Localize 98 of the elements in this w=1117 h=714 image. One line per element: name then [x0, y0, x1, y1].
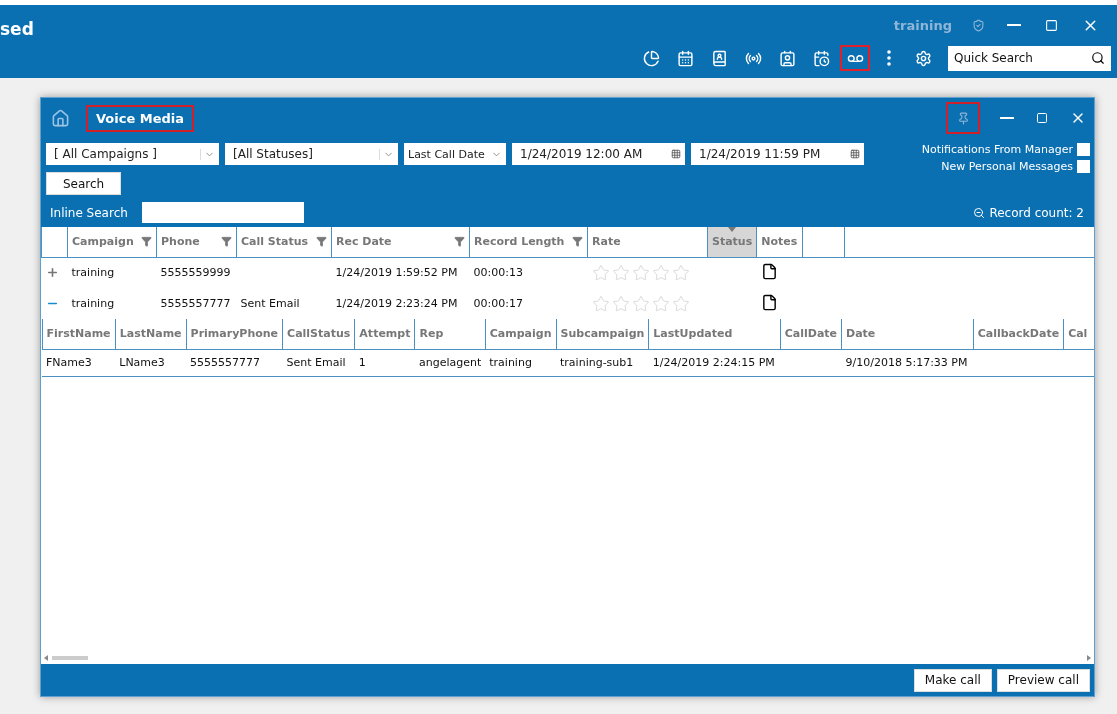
status-dropdown[interactable]: [All Statuses] — [225, 143, 398, 165]
calendar-grid-icon — [671, 149, 681, 159]
table-cell: 1/24/2019 2:24:15 PM — [652, 356, 775, 369]
inline-search-label: Inline Search — [50, 205, 128, 220]
maximize-icon — [1045, 18, 1058, 32]
more-icon — [887, 50, 891, 66]
pie-chart-icon — [642, 49, 660, 67]
filter-icon[interactable] — [316, 236, 327, 248]
star-icon[interactable] — [631, 263, 650, 282]
column-header[interactable]: CallDate — [780, 319, 842, 349]
maximize-icon — [1036, 112, 1048, 124]
search-button[interactable]: Search — [46, 172, 121, 195]
pin-icon — [956, 111, 970, 125]
column-header[interactable]: Rec Date — [331, 227, 470, 257]
table-cell: training — [489, 356, 532, 369]
minimize-icon — [1007, 24, 1021, 26]
table-cell: LName3 — [119, 356, 165, 369]
quick-search-field[interactable]: Quick Search — [948, 45, 1111, 71]
table-cell: training-sub1 — [560, 356, 634, 369]
checkbox[interactable] — [1077, 143, 1090, 156]
filter-icon[interactable] — [572, 236, 583, 248]
dialog-title: Voice Media — [86, 104, 195, 132]
record-count: Record count: 2 — [989, 205, 1084, 220]
column-header[interactable]: PrimaryPhone — [186, 319, 283, 349]
star-icon[interactable] — [671, 294, 690, 313]
column-header[interactable]: Rep — [414, 319, 486, 349]
make-call-button[interactable]: Make call — [913, 668, 992, 692]
column-header[interactable]: CallbackDate — [973, 319, 1064, 349]
phone-book-icon — [710, 49, 728, 67]
expand-button[interactable] — [45, 266, 59, 280]
table-cell: 1/24/2019 2:23:24 PM — [331, 288, 470, 319]
filter-icon[interactable] — [141, 236, 152, 248]
inline-search-field[interactable] — [141, 202, 304, 223]
table-cell: angelagent — [418, 356, 482, 369]
column-header[interactable]: Record Length — [469, 227, 588, 257]
table-cell: 1 — [358, 356, 366, 369]
maximize-button[interactable] — [1034, 110, 1050, 126]
preview-call-button[interactable]: Preview call — [996, 668, 1090, 692]
search-icon — [973, 206, 986, 219]
column-header[interactable]: Subcampaign — [556, 319, 649, 349]
table-cell: Sent Email — [236, 288, 332, 319]
note-icon[interactable] — [760, 262, 778, 280]
table-cell: 9/10/2018 5:17:33 PM — [845, 356, 968, 369]
calendar-icon — [676, 49, 694, 67]
column-header[interactable]: CallStatus — [282, 319, 355, 349]
calendar-clock-icon — [812, 49, 830, 67]
column-header[interactable]: FirstName — [42, 319, 116, 349]
column-header[interactable]: Campaign — [67, 227, 157, 257]
date-type-dropdown[interactable]: Last Call Date — [404, 143, 506, 165]
column-header[interactable]: LastUpdated — [648, 319, 781, 349]
minimize-icon — [1000, 117, 1014, 119]
filter-icon[interactable] — [454, 236, 465, 248]
contact-list-icon — [778, 49, 796, 67]
column-header[interactable]: Date — [841, 319, 974, 349]
to-date-field[interactable]: 1/24/2019 11:59 PM — [691, 143, 864, 165]
option-label: Notifications From Manager — [921, 143, 1073, 156]
table-cell: 5555559999 — [156, 257, 237, 288]
settings-icon — [914, 49, 932, 67]
calendar-grid-icon — [850, 149, 860, 159]
from-date-field[interactable]: 1/24/2019 12:00 AM — [512, 143, 685, 165]
table-cell: training — [67, 257, 157, 288]
option-label: New Personal Messages — [941, 160, 1073, 173]
column-header[interactable]: Phone — [156, 227, 237, 257]
column-header[interactable]: Rate — [587, 227, 708, 257]
star-icon[interactable] — [651, 294, 670, 313]
filter-icon[interactable] — [221, 236, 232, 248]
note-icon[interactable] — [760, 293, 778, 311]
app-title: sed — [0, 19, 34, 41]
checkbox[interactable] — [1077, 160, 1090, 173]
voicemail-button[interactable] — [840, 45, 870, 71]
star-icon[interactable] — [671, 263, 690, 282]
home-icon — [51, 108, 70, 128]
column-header[interactable]: LastName — [115, 319, 187, 349]
star-icon[interactable] — [651, 263, 670, 282]
table-cell: 5555557777 — [190, 356, 261, 369]
table-cell: FName3 — [46, 356, 92, 369]
table-cell: Sent Email — [286, 356, 346, 369]
table-cell: 5555557777 — [156, 288, 237, 319]
star-icon[interactable] — [591, 263, 610, 282]
user-name: training — [893, 17, 952, 33]
search-icon — [1091, 50, 1105, 65]
column-header[interactable]: Call Status — [236, 227, 332, 257]
shield-icon — [972, 18, 985, 32]
column-header[interactable]: Campaign — [485, 319, 557, 349]
table-cell: training — [67, 288, 157, 319]
table-cell: 1/24/2019 1:59:52 PM — [331, 257, 470, 288]
star-icon[interactable] — [611, 263, 630, 282]
column-header[interactable]: Notes — [756, 227, 803, 257]
star-icon[interactable] — [611, 294, 630, 313]
column-header[interactable]: Status — [707, 227, 757, 257]
column-header[interactable]: Cal — [1063, 319, 1094, 349]
table-cell: 00:00:13 — [469, 257, 588, 288]
star-icon[interactable] — [631, 294, 650, 313]
column-header[interactable]: Attempt — [354, 319, 415, 349]
campaign-dropdown[interactable]: [ All Campaigns ] — [46, 143, 219, 165]
star-icon[interactable] — [591, 294, 610, 313]
table-cell: 00:00:17 — [469, 288, 588, 319]
plus-icon — [45, 266, 59, 280]
